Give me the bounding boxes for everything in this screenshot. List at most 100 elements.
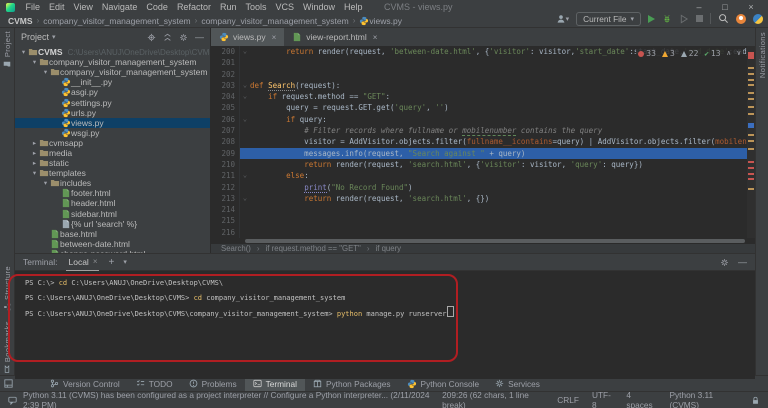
code-line-204[interactable]: 204⌄ if request.method == "GET": bbox=[211, 91, 755, 102]
tree-item-base.html[interactable]: base.html bbox=[15, 229, 210, 239]
menu-code[interactable]: Code bbox=[142, 2, 173, 12]
menu-refactor[interactable]: Refactor bbox=[172, 2, 215, 12]
line-number[interactable]: 208 bbox=[211, 136, 239, 147]
tool-strip-bookmarks[interactable]: Bookmarks bbox=[3, 321, 12, 373]
menu-tools[interactable]: Tools bbox=[241, 2, 271, 12]
fold-marker-icon[interactable]: ⌄ bbox=[239, 80, 250, 91]
code-area[interactable]: 200⌄ return render(request, 'between-dat… bbox=[211, 46, 755, 238]
prev-problem-icon[interactable]: ∧ bbox=[727, 48, 731, 59]
hide-panel-icon[interactable]: — bbox=[738, 257, 747, 267]
inspection-warning[interactable]: 3 bbox=[662, 48, 675, 59]
inspection-error[interactable]: 33 bbox=[638, 48, 656, 59]
menu-edit[interactable]: Edit bbox=[45, 2, 70, 12]
close-icon[interactable]: × bbox=[272, 33, 277, 42]
close-icon[interactable]: × bbox=[93, 257, 98, 266]
fold-marker-icon[interactable]: ⌄ bbox=[239, 170, 250, 181]
event-log-icon[interactable] bbox=[8, 396, 17, 405]
line-number[interactable]: 204 bbox=[211, 91, 239, 102]
tree-item--url-search-[interactable]: {% url 'search' %} bbox=[15, 219, 210, 229]
code-line-206[interactable]: 206⌄ if query: bbox=[211, 114, 755, 125]
inspection-weak-warning[interactable]: 22 bbox=[681, 48, 699, 59]
line-number[interactable]: 211 bbox=[211, 170, 239, 181]
run-button[interactable] bbox=[648, 15, 655, 23]
next-problem-icon[interactable]: ∨ bbox=[737, 48, 741, 59]
code-line-211[interactable]: 211⌄ else: bbox=[211, 170, 755, 181]
collapse-all-icon[interactable] bbox=[163, 33, 172, 42]
menu-vcs[interactable]: VCS bbox=[271, 2, 299, 12]
error-stripe[interactable] bbox=[747, 46, 755, 238]
code-line-213[interactable]: 213⌄ return render(request, 'search.html… bbox=[211, 193, 755, 204]
tree-item-templates[interactable]: ▾templates bbox=[15, 168, 210, 178]
terminal-output[interactable]: PS C:\> cd C:\Users\ANUJ\OneDrive\Deskto… bbox=[15, 271, 755, 379]
menu-help[interactable]: Help bbox=[340, 2, 368, 12]
caret-position[interactable]: 209:26 (62 chars, 1 line break) bbox=[442, 390, 544, 408]
code-line-208[interactable]: 208 visitor = AddVisitor.objects.filter(… bbox=[211, 136, 755, 147]
tree-item-sidebar.html[interactable]: sidebar.html bbox=[15, 209, 210, 219]
locate-file-icon[interactable] bbox=[147, 33, 156, 42]
breadcrumb-item[interactable]: CVMS bbox=[8, 16, 33, 26]
tree-chevron-icon[interactable]: ▾ bbox=[19, 48, 28, 56]
tree-chevron-icon[interactable]: ▾ bbox=[30, 58, 39, 66]
tree-chevron-icon[interactable]: ▸ bbox=[30, 139, 39, 147]
line-ending[interactable]: CRLF bbox=[557, 395, 579, 405]
line-number[interactable]: 214 bbox=[211, 204, 239, 215]
code-line-216[interactable]: 216 bbox=[211, 227, 755, 238]
user-icon[interactable]: ▾ bbox=[556, 14, 570, 24]
window-layout-icon[interactable] bbox=[4, 379, 13, 388]
encoding[interactable]: UTF-8 bbox=[592, 390, 613, 408]
inspections-widget[interactable]: 33322✔13∧∨ bbox=[636, 48, 743, 59]
status-message[interactable]: Python 3.11 (CVMS) has been configured a… bbox=[23, 390, 436, 408]
tree-item-cvmsapp[interactable]: ▸cvmsapp bbox=[15, 138, 210, 148]
tree-item-includes[interactable]: ▾includes bbox=[15, 178, 210, 188]
gear-icon[interactable] bbox=[720, 258, 729, 267]
tab-view-report.html[interactable]: view-report.html× bbox=[284, 28, 385, 46]
tree-chevron-icon[interactable]: ▾ bbox=[30, 169, 39, 177]
tree-item-media[interactable]: ▸media bbox=[15, 148, 210, 158]
fold-marker-icon[interactable]: ⌄ bbox=[239, 91, 250, 102]
line-number[interactable]: 209 bbox=[211, 148, 239, 159]
code-line-210[interactable]: 210 return render(request, 'search.html'… bbox=[211, 159, 755, 170]
editor-breadcrumb-item[interactable]: if query bbox=[376, 244, 402, 253]
fold-marker-icon[interactable]: ⌄ bbox=[239, 193, 250, 204]
new-terminal-icon[interactable]: + bbox=[108, 257, 114, 268]
line-number[interactable]: 203 bbox=[211, 80, 239, 91]
breadcrumb-item[interactable]: company_visitor_management_system bbox=[43, 16, 190, 26]
code-line-209[interactable]: 209 messages.info(request, "Search again… bbox=[211, 148, 755, 159]
inspection-typo[interactable]: ✔13 bbox=[704, 48, 720, 59]
tree-item-static[interactable]: ▸static bbox=[15, 158, 210, 168]
code-line-215[interactable]: 215 bbox=[211, 215, 755, 226]
line-number[interactable]: 200 bbox=[211, 46, 239, 57]
fold-marker-icon[interactable]: ⌄ bbox=[239, 46, 250, 57]
tab-views.py[interactable]: views.py× bbox=[211, 28, 284, 46]
tree-item-views.py[interactable]: views.py bbox=[15, 118, 210, 128]
tree-item-cvms[interactable]: ▾CVMSC:\Users\ANUJ\OneDrive\Desktop\CVMS bbox=[15, 47, 210, 57]
search-everywhere-icon[interactable] bbox=[718, 13, 729, 24]
scrollbar-thumb[interactable] bbox=[245, 239, 745, 243]
menu-navigate[interactable]: Navigate bbox=[97, 2, 142, 12]
line-number[interactable]: 202 bbox=[211, 69, 239, 80]
menu-file[interactable]: File bbox=[21, 2, 45, 12]
terminal-tab-local[interactable]: Local × bbox=[66, 254, 99, 271]
line-number[interactable]: 206 bbox=[211, 114, 239, 125]
tree-item-wsgi.py[interactable]: wsgi.py bbox=[15, 128, 210, 138]
line-number[interactable]: 210 bbox=[211, 159, 239, 170]
code-line-202[interactable]: 202 bbox=[211, 69, 755, 80]
code-line-212[interactable]: 212 print("No Record Found") bbox=[211, 182, 755, 193]
line-number[interactable]: 212 bbox=[211, 182, 239, 193]
tree-chevron-icon[interactable]: ▸ bbox=[30, 149, 39, 157]
tree-chevron-icon[interactable]: ▾ bbox=[41, 179, 50, 187]
tree-chevron-icon[interactable]: ▸ bbox=[30, 159, 39, 167]
close-icon[interactable]: × bbox=[373, 33, 378, 42]
code-line-214[interactable]: 214 bbox=[211, 204, 755, 215]
line-number[interactable]: 213 bbox=[211, 193, 239, 204]
line-number[interactable]: 216 bbox=[211, 227, 239, 238]
horizontal-scrollbar[interactable] bbox=[211, 238, 755, 244]
tree-chevron-icon[interactable]: ▾ bbox=[41, 68, 50, 76]
tree-item-settings.py[interactable]: settings.py bbox=[15, 97, 210, 107]
menu-run[interactable]: Run bbox=[215, 2, 241, 12]
run-configuration-select[interactable]: Current File ▾ bbox=[576, 12, 641, 26]
debug-button[interactable] bbox=[662, 14, 672, 24]
line-number[interactable]: 205 bbox=[211, 102, 239, 113]
menu-window[interactable]: Window bbox=[299, 2, 340, 12]
coverage-button[interactable] bbox=[679, 14, 689, 24]
